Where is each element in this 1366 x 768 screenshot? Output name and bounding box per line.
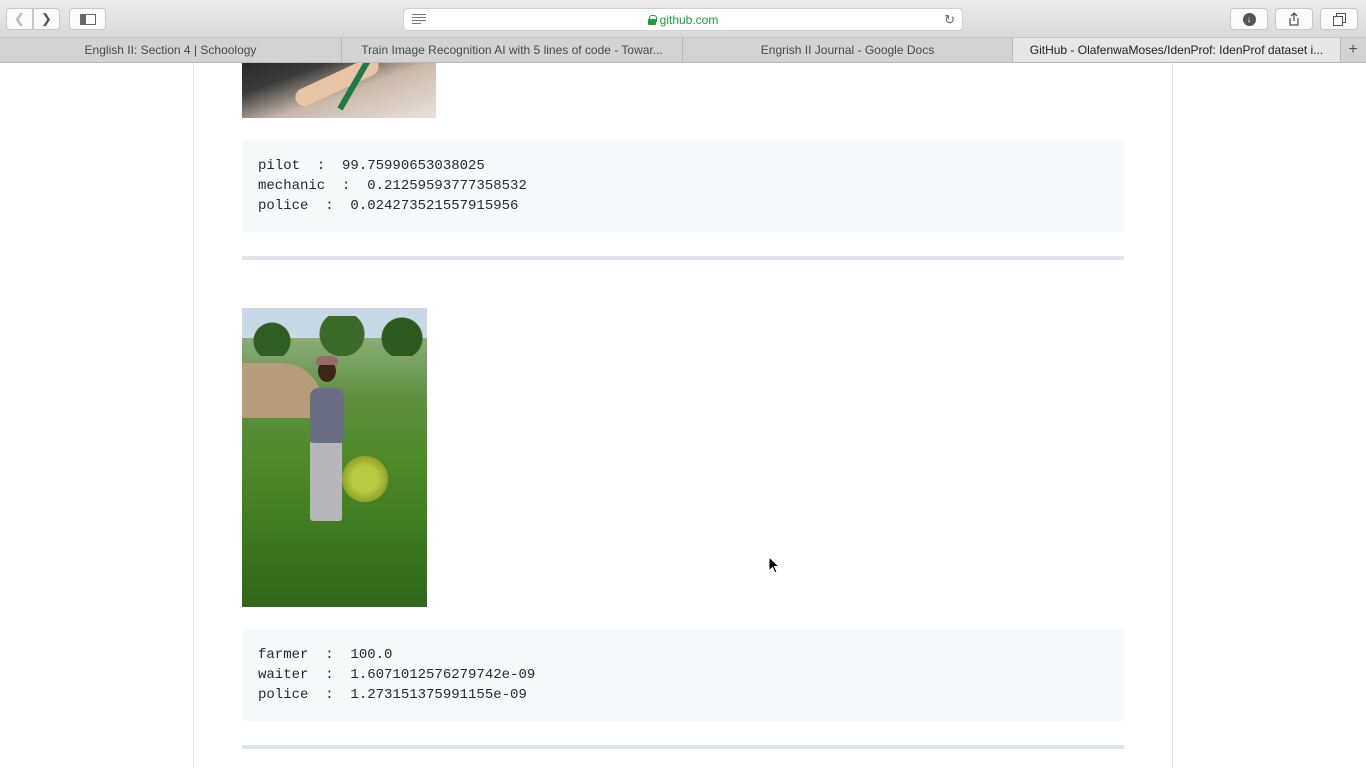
- tab-bar: English II: Section 4 | Schoology Train …: [0, 38, 1366, 63]
- divider: [242, 745, 1124, 749]
- result-line: police : 0.024273521557915956: [258, 198, 519, 214]
- reader-icon[interactable]: [412, 14, 426, 25]
- page-viewport[interactable]: pilot : 99.75990653038025 mechanic : 0.21…: [0, 63, 1366, 768]
- share-icon: [1289, 12, 1299, 26]
- result-line: waiter : 1.6071012576279742e-09: [258, 667, 536, 683]
- sidebar-icon: [79, 13, 96, 25]
- result-line: police : 1.273151375991155e-09: [258, 687, 527, 703]
- download-icon: ↓: [1242, 12, 1256, 26]
- prediction-image-farmer: [242, 308, 427, 607]
- downloads-button[interactable]: ↓: [1230, 8, 1268, 30]
- chevron-right-icon: ❯: [41, 11, 52, 26]
- url-host: github.com: [659, 12, 719, 27]
- browser-toolbar: ❮ ❯ github.com ↻ ↓: [0, 0, 1366, 38]
- tab-label: Engrish II Journal - Google Docs: [760, 43, 935, 57]
- tabs-overview-icon: [1332, 12, 1346, 26]
- lock-icon: [647, 14, 657, 25]
- tab-google-docs[interactable]: Engrish II Journal - Google Docs: [683, 38, 1013, 62]
- prediction-result-block: pilot : 99.75990653038025 mechanic : 0.21…: [242, 140, 1124, 232]
- result-line: farmer : 100.0: [258, 647, 393, 663]
- address-bar[interactable]: github.com ↻: [403, 8, 963, 31]
- reload-icon[interactable]: ↻: [944, 12, 955, 28]
- tab-label: GitHub - OlafenwaMoses/IdenProf: IdenPro…: [1029, 43, 1324, 57]
- tab-schoology[interactable]: English II: Section 4 | Schoology: [0, 38, 342, 62]
- tab-label: English II: Section 4 | Schoology: [84, 43, 257, 57]
- tab-towards[interactable]: Train Image Recognition AI with 5 lines …: [342, 38, 683, 62]
- prediction-result-block: farmer : 100.0 waiter : 1.607101257627974…: [242, 629, 1124, 721]
- forward-button[interactable]: ❯: [33, 8, 60, 30]
- result-line: pilot : 99.75990653038025: [258, 158, 485, 174]
- new-tab-button[interactable]: +: [1341, 38, 1365, 62]
- share-button[interactable]: [1275, 8, 1313, 30]
- divider: [242, 256, 1124, 260]
- prediction-image-pilot: [242, 63, 436, 118]
- tab-label: Train Image Recognition AI with 5 lines …: [361, 43, 663, 57]
- sidebar-toggle-button[interactable]: [69, 8, 106, 30]
- back-button[interactable]: ❮: [6, 8, 33, 30]
- show-all-tabs-button[interactable]: [1320, 8, 1358, 30]
- result-line: mechanic : 0.21259593777358532: [258, 178, 527, 194]
- chevron-left-icon: ❮: [14, 11, 25, 26]
- plus-icon: +: [1348, 41, 1358, 58]
- tab-github[interactable]: GitHub - OlafenwaMoses/IdenProf: IdenPro…: [1013, 38, 1341, 62]
